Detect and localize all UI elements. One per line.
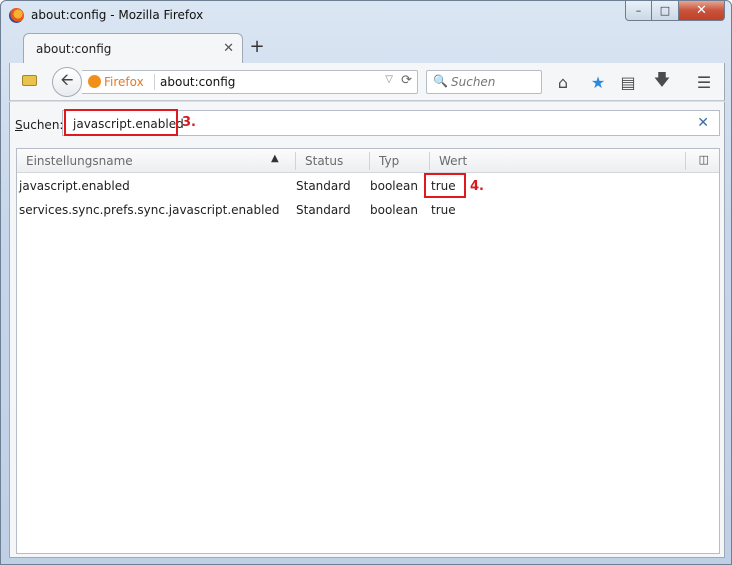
back-arrow-icon: 🡨 — [60, 69, 74, 89]
step-4-annotation: 4. — [470, 179, 484, 194]
column-separator[interactable] — [295, 152, 296, 170]
pref-status: Standard — [296, 179, 351, 193]
reload-icon[interactable]: ⟳ — [401, 73, 412, 88]
tab-close-icon[interactable]: ✕ — [223, 41, 234, 56]
url-history-dropdown-icon[interactable]: ▽ — [385, 74, 393, 85]
column-picker-icon[interactable]: ◫ — [699, 153, 709, 166]
menu-icon[interactable]: ☰ — [693, 71, 715, 93]
search-highlight-box — [64, 109, 178, 136]
table-row[interactable]: javascript.enabled Standard boolean true — [17, 174, 719, 198]
tab-about-config[interactable]: about:config ✕ — [23, 33, 243, 63]
back-button[interactable]: 🡨 — [52, 67, 82, 97]
column-separator[interactable] — [369, 152, 370, 170]
pref-type: boolean — [370, 179, 418, 193]
title-bar: about:config - Mozilla Firefox – □ ✕ — [1, 1, 731, 31]
table-row[interactable]: services.sync.prefs.sync.javascript.enab… — [17, 198, 719, 222]
reading-list-icon[interactable]: ▤ — [617, 71, 639, 93]
search-icon: 🔍 — [433, 74, 448, 88]
value-highlight-box — [424, 173, 466, 198]
minimize-button[interactable]: – — [625, 1, 652, 21]
window-controls: – □ ✕ — [625, 1, 725, 21]
preferences-table: Einstellungsname ▲ Status Typ Wert ◫ jav… — [16, 148, 720, 554]
tab-bar: about:config ✕ + — [9, 31, 725, 63]
maximize-button[interactable]: □ — [652, 1, 679, 21]
pref-value[interactable]: true — [431, 203, 456, 217]
column-header-type[interactable]: Typ — [379, 154, 399, 168]
search-placeholder: Suchen — [451, 75, 496, 89]
pref-name: services.sync.prefs.sync.javascript.enab… — [19, 203, 280, 217]
filter-label-accesskey: S — [15, 118, 23, 132]
new-tab-button[interactable]: + — [246, 36, 268, 57]
window-title: about:config - Mozilla Firefox — [31, 8, 204, 22]
pref-status: Standard — [296, 203, 351, 217]
filter-label-rest: uchen: — [22, 118, 64, 132]
tab-label: about:config — [36, 42, 112, 56]
clear-search-icon[interactable]: ✕ — [697, 115, 709, 131]
close-window-button[interactable]: ✕ — [679, 1, 725, 21]
about-config-page: Suchen: javascript.enabled ✕ 3. Einstell… — [9, 102, 725, 558]
column-header-value[interactable]: Wert — [439, 154, 467, 168]
url-bar[interactable]: Firefox about:config ▽ ⟳ — [82, 70, 418, 94]
firefox-logo-icon — [9, 8, 24, 23]
url-text: about:config — [160, 75, 236, 89]
table-header: Einstellungsname ▲ Status Typ Wert ◫ — [17, 149, 719, 173]
navigation-toolbar: 🡨 Firefox about:config ▽ ⟳ 🔍 Suchen ⌂ ★ … — [9, 63, 725, 101]
url-separator — [154, 74, 155, 90]
step-3-annotation: 3. — [182, 115, 196, 130]
search-bar[interactable]: 🔍 Suchen — [426, 70, 542, 94]
tab-groups-icon[interactable] — [22, 75, 37, 86]
pref-name: javascript.enabled — [19, 179, 130, 193]
pref-type: boolean — [370, 203, 418, 217]
home-icon[interactable]: ⌂ — [552, 71, 574, 93]
column-separator — [685, 152, 686, 170]
browser-window: about:config - Mozilla Firefox – □ ✕ abo… — [0, 0, 732, 565]
column-separator[interactable] — [429, 152, 430, 170]
sort-ascending-icon: ▲ — [271, 153, 279, 164]
column-header-status[interactable]: Status — [305, 154, 343, 168]
firefox-identity-icon — [88, 75, 101, 88]
filter-label: Suchen: — [15, 118, 63, 132]
column-header-name[interactable]: Einstellungsname — [26, 154, 133, 168]
identity-label: Firefox — [104, 75, 144, 89]
download-icon[interactable]: 🡇 — [651, 70, 673, 93]
bookmark-star-icon[interactable]: ★ — [587, 71, 609, 93]
